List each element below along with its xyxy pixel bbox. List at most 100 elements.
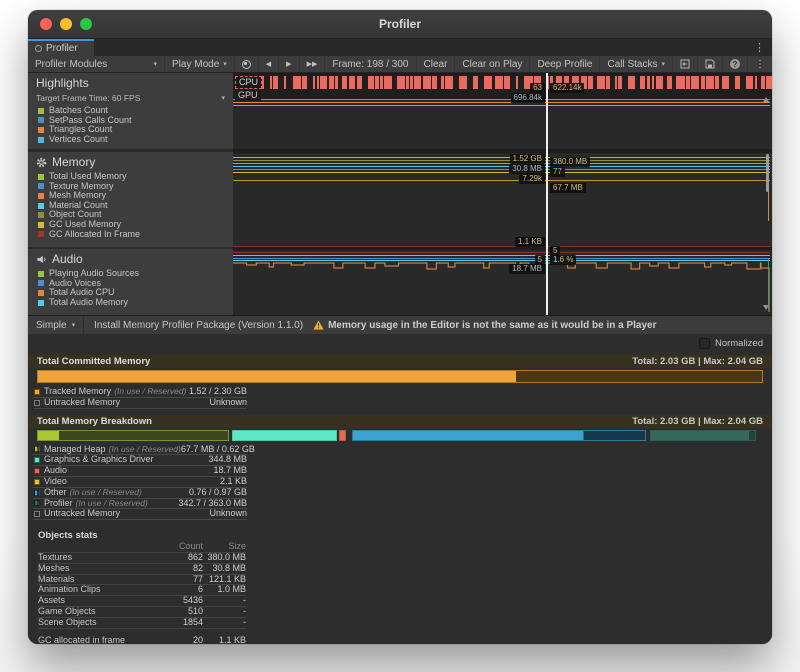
- cpu-frame-bar[interactable]: [504, 76, 509, 89]
- clear-on-play-toggle[interactable]: Clear on Play: [455, 56, 530, 72]
- objects-stats-row[interactable]: Scene Objects1854-: [38, 618, 246, 629]
- breakdown-segment-profiler[interactable]: [650, 430, 756, 441]
- cpu-frame-bar[interactable]: [735, 76, 740, 89]
- normalized-checkbox[interactable]: [699, 338, 710, 349]
- cpu-frame-bar[interactable]: [273, 76, 278, 89]
- cpu-frame-bar[interactable]: [755, 76, 757, 89]
- cpu-frame-bar[interactable]: [270, 76, 272, 89]
- record-button[interactable]: [235, 56, 259, 72]
- cpu-frame-bar[interactable]: [423, 76, 431, 89]
- scroll-up-icon[interactable]: [763, 97, 769, 102]
- help-button[interactable]: ?: [723, 56, 748, 72]
- memory-legend-row[interactable]: Untracked MemoryUnknown: [33, 398, 247, 409]
- minimize-window-button[interactable]: [60, 18, 72, 30]
- cpu-frame-bar[interactable]: [313, 76, 316, 89]
- cpu-frame-bar[interactable]: [640, 76, 645, 89]
- cpu-frame-bar[interactable]: [380, 76, 382, 89]
- cpu-frame-bar[interactable]: [761, 76, 765, 89]
- cpu-frame-bar[interactable]: [357, 76, 362, 89]
- previous-frame-button[interactable]: ◀: [259, 56, 279, 72]
- cpu-frame-bar[interactable]: [701, 76, 705, 89]
- play-mode-dropdown[interactable]: Play Mode ▾: [165, 56, 235, 72]
- gpu-track-label[interactable]: GPU: [235, 90, 261, 101]
- module-section-memory[interactable]: Memory Total Used MemoryTexture MemoryMe…: [28, 152, 233, 247]
- cpu-frame-bar[interactable]: [293, 76, 301, 89]
- next-frame-button[interactable]: ▶: [279, 56, 299, 72]
- module-counter[interactable]: Vertices Count: [28, 135, 233, 145]
- call-stacks-dropdown[interactable]: Call Stacks ▾: [600, 56, 673, 72]
- cpu-frame-bar[interactable]: [516, 76, 518, 89]
- clear-button[interactable]: Clear: [417, 56, 456, 72]
- cpu-frame-bar[interactable]: [484, 76, 492, 89]
- chart-scrollbar[interactable]: [766, 154, 769, 192]
- cpu-frame-bar[interactable]: [368, 76, 374, 89]
- module-counter[interactable]: Total Audio Memory: [28, 298, 233, 308]
- fullscreen-window-button[interactable]: [80, 18, 92, 30]
- module-section-audio[interactable]: Audio Playing Audio SourcesAudio VoicesT…: [28, 249, 233, 315]
- cpu-frame-bar[interactable]: [588, 76, 593, 89]
- cpu-frame-bar[interactable]: [317, 76, 320, 89]
- module-counter[interactable]: GC Allocated In Frame: [28, 230, 233, 240]
- cpu-frame-bar[interactable]: [746, 76, 753, 89]
- breakdown-segment-other[interactable]: [352, 430, 646, 441]
- breakdown-segment-graphics-driver[interactable]: [232, 430, 337, 441]
- cpu-frame-bar[interactable]: [342, 76, 348, 89]
- committed-memory-bar[interactable]: [37, 370, 763, 383]
- scroll-down-icon[interactable]: [763, 305, 769, 310]
- memory-legend-row[interactable]: Untracked MemoryUnknown: [33, 509, 247, 520]
- cpu-frame-bar[interactable]: [406, 76, 409, 89]
- load-profile-button[interactable]: [673, 56, 698, 72]
- cpu-track-label[interactable]: CPU: [235, 76, 262, 89]
- objects-stats-row[interactable]: Animation Clips61.0 MB: [38, 585, 246, 596]
- context-menu-button[interactable]: ⋮: [748, 56, 772, 72]
- cpu-frame-bar[interactable]: [473, 76, 478, 89]
- cpu-frame-bar[interactable]: [715, 76, 719, 89]
- breakdown-segment-audio[interactable]: [339, 430, 346, 441]
- cpu-frame-bar[interactable]: [320, 76, 327, 89]
- module-section-highlights[interactable]: Highlights Target Frame Time: 60 FPS ▾ B…: [28, 73, 233, 149]
- cpu-frame-bar[interactable]: [647, 76, 651, 89]
- tab-overflow-menu-icon[interactable]: ⋮: [754, 41, 765, 54]
- cpu-frame-bar[interactable]: [495, 76, 503, 89]
- cpu-frame-bar[interactable]: [375, 76, 379, 89]
- cpu-frame-bar[interactable]: [329, 76, 334, 89]
- close-window-button[interactable]: [40, 18, 52, 30]
- tab-profiler[interactable]: Profiler: [28, 39, 94, 56]
- cpu-frame-bar[interactable]: [606, 76, 610, 89]
- cpu-frame-bar[interactable]: [686, 76, 690, 89]
- cpu-frame-bar[interactable]: [652, 76, 655, 89]
- cpu-frame-bar[interactable]: [284, 76, 287, 89]
- install-memory-profiler-link[interactable]: Install Memory Profiler Package (Version…: [84, 320, 313, 331]
- cpu-frame-bar[interactable]: [667, 76, 672, 89]
- normalized-toggle[interactable]: Normalized: [28, 334, 772, 352]
- cpu-frame-bar[interactable]: [459, 76, 467, 89]
- gear-icon[interactable]: [36, 157, 47, 168]
- current-frame-button[interactable]: ▶▶: [300, 56, 326, 72]
- profiler-charts[interactable]: CPU GPU 63622.14k696.84k1.52 GB380.0 MB3…: [233, 73, 772, 315]
- cpu-frame-bar[interactable]: [432, 76, 437, 89]
- cpu-frame-bar[interactable]: [597, 76, 605, 89]
- cpu-frame-bar[interactable]: [302, 76, 307, 89]
- cpu-frame-bar[interactable]: [384, 76, 392, 89]
- cpu-frame-bar[interactable]: [656, 76, 663, 89]
- cpu-frame-bar[interactable]: [414, 76, 421, 89]
- cpu-frame-bar[interactable]: [349, 76, 356, 89]
- cpu-frame-bar[interactable]: [722, 76, 729, 89]
- memory-legend-row[interactable]: Other(In use / Reserved)0.76 / 0.97 GB: [33, 488, 247, 499]
- target-frame-time-dropdown[interactable]: Target Frame Time: 60 FPS ▾: [28, 90, 233, 103]
- cpu-frame-bar[interactable]: [676, 76, 685, 89]
- cpu-frame-bar[interactable]: [691, 76, 699, 89]
- memory-chart[interactable]: [233, 152, 772, 247]
- cpu-frame-bar[interactable]: [618, 76, 621, 89]
- cpu-frame-bar[interactable]: [335, 76, 338, 89]
- cpu-frame-bar[interactable]: [615, 76, 617, 89]
- cpu-frame-bar[interactable]: [410, 76, 413, 89]
- cpu-frame-bar[interactable]: [766, 76, 772, 89]
- cpu-frame-bar[interactable]: [445, 76, 453, 89]
- highlights-chart[interactable]: CPU GPU: [233, 73, 772, 149]
- cpu-frame-bar[interactable]: [628, 76, 636, 89]
- profiler-modules-dropdown[interactable]: Profiler Modules ▾: [28, 56, 165, 72]
- cpu-frame-bar[interactable]: [441, 76, 444, 89]
- save-profile-button[interactable]: [698, 56, 723, 72]
- deep-profile-toggle[interactable]: Deep Profile: [530, 56, 600, 72]
